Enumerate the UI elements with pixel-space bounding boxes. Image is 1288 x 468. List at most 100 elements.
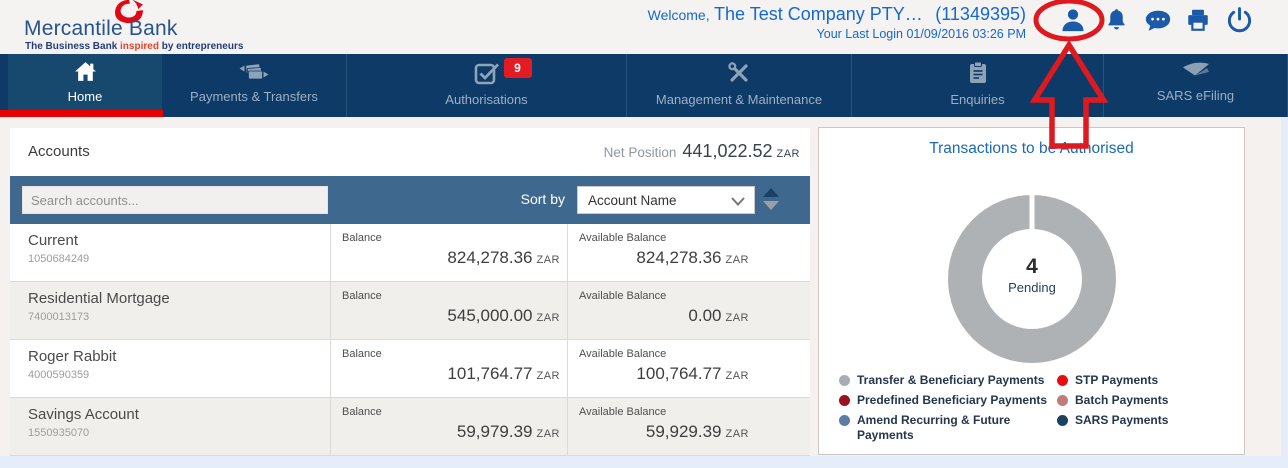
last-login: Your Last Login 01/09/2016 03:26 PM <box>500 27 1026 41</box>
net-position: Net Position 441,022.52 ZAR <box>604 141 800 162</box>
available-balance-label: Available Balance <box>579 348 666 360</box>
tab-label: Enquiries <box>852 92 1103 107</box>
legend-label: Transfer & Beneficiary Payments <box>857 373 1052 388</box>
account-row-current[interactable]: Current 1050684249 Balance 824,278.36ZAR… <box>10 224 810 282</box>
balance-amount: 545,000.00ZAR <box>340 306 560 326</box>
legend-label: SARS Payments <box>1075 413 1225 428</box>
messages-chat-icon[interactable] <box>1144 7 1172 35</box>
authorisations-badge: 9 <box>504 58 532 78</box>
account-row-roger-rabbit[interactable]: Roger Rabbit 4000590359 Balance 101,764.… <box>10 340 810 398</box>
tab-label: SARS eFiling <box>1104 88 1287 103</box>
payments-icon <box>238 61 270 82</box>
tab-authorisations[interactable]: 9 Authorisations <box>347 54 627 117</box>
account-row-residential-mortgage[interactable]: Residential Mortgage 7400013173 Balance … <box>10 282 810 340</box>
legend-dot <box>839 415 850 426</box>
legend-label: Amend Recurring & Future Payments <box>857 413 1029 443</box>
tab-management-maintenance[interactable]: Management & Maintenance <box>627 54 852 117</box>
tab-enquiries[interactable]: Enquiries <box>852 54 1104 117</box>
tab-label: Management & Maintenance <box>627 92 851 107</box>
balance-amount: 101,764.77ZAR <box>340 364 560 384</box>
active-tab-indicator <box>0 110 163 117</box>
account-name: Current <box>28 232 78 249</box>
main-navigation: Home Payments & Transfers 9 Authorisatio… <box>0 54 1288 117</box>
account-name: Roger Rabbit <box>28 348 116 365</box>
content-area: Accounts Net Position 441,022.52 ZAR Sort … <box>0 117 1281 456</box>
sort-ascending-button[interactable] <box>763 188 779 197</box>
tab-home[interactable]: Home <box>8 54 162 117</box>
tab-sars-efiling[interactable]: SARS eFiling <box>1104 54 1288 117</box>
tab-payments-transfers[interactable]: Payments & Transfers <box>162 54 347 117</box>
legend-label: Predefined Beneficiary Payments <box>857 393 1052 408</box>
panel-title: Transactions to be Authorised <box>819 140 1244 158</box>
account-row-savings[interactable]: Savings Account 1550935070 Balance 59,97… <box>10 398 810 456</box>
net-position-currency: ZAR <box>777 148 801 160</box>
pending-count: 4 <box>932 255 1132 279</box>
column-divider <box>330 224 331 281</box>
home-icon <box>74 61 97 82</box>
balance-label: Balance <box>342 290 382 302</box>
welcome-prefix: Welcome, <box>648 7 710 23</box>
sort-descending-button[interactable] <box>763 201 779 210</box>
legend-dot <box>1057 415 1068 426</box>
accounts-title: Accounts <box>28 143 90 160</box>
transactions-to-authorise-panel: Transactions to be Authorised 4 Pending … <box>818 127 1245 455</box>
donut-notch <box>1030 193 1035 231</box>
logout-power-icon[interactable] <box>1226 6 1253 33</box>
column-divider <box>567 340 568 397</box>
sort-by-value: Account Name <box>588 193 677 208</box>
search-accounts-input[interactable] <box>22 186 328 214</box>
welcome-line: Welcome, The Test Company PTY… (11349395… <box>500 4 1026 25</box>
column-divider <box>330 398 331 455</box>
legend-label: Batch Payments <box>1075 393 1225 408</box>
authorisations-checkbox-icon <box>474 61 500 85</box>
profile-icon[interactable] <box>1059 6 1087 34</box>
balance-label: Balance <box>342 232 382 244</box>
available-balance-amount: 59,929.39ZAR <box>579 422 749 442</box>
company-name: The Test Company PTY… <box>714 4 923 24</box>
tools-icon <box>727 61 751 85</box>
available-balance-amount: 824,278.36ZAR <box>579 248 749 268</box>
balance-label: Balance <box>342 348 382 360</box>
legend-dot <box>839 375 850 386</box>
notifications-bell-icon[interactable] <box>1104 7 1129 32</box>
legend-dot <box>839 395 850 406</box>
pending-label: Pending <box>932 280 1132 295</box>
accounts-panel: Accounts Net Position 441,022.52 ZAR Sort … <box>10 128 810 456</box>
sort-by-select[interactable]: Account Name <box>577 186 755 214</box>
tab-label: Payments & Transfers <box>162 89 346 104</box>
legend-label: STP Payments <box>1075 373 1225 388</box>
available-balance-amount: 100,764.77ZAR <box>579 364 749 384</box>
column-divider <box>567 224 568 281</box>
bank-tagline: The Business Bank inspired by entreprene… <box>25 41 243 52</box>
print-icon[interactable] <box>1185 7 1211 33</box>
sort-by-label: Sort by <box>440 191 565 207</box>
chevron-down-icon <box>731 197 745 206</box>
available-balance-label: Available Balance <box>579 232 666 244</box>
available-balance-amount: 0.00ZAR <box>579 306 749 326</box>
legend-dot <box>1057 395 1068 406</box>
welcome-block: Welcome, The Test Company PTY… (11349395… <box>500 4 1026 41</box>
net-position-value: 441,022.52 <box>682 141 772 161</box>
available-balance-label: Available Balance <box>579 290 666 302</box>
column-divider <box>330 340 331 397</box>
tab-label: Authorisations <box>347 92 626 107</box>
column-divider <box>567 282 568 339</box>
legend-dot <box>1057 375 1068 386</box>
balance-label: Balance <box>342 406 382 418</box>
top-header: Mercantile Bank The Business Bank inspir… <box>0 0 1288 54</box>
sars-efiling-bird-icon <box>1181 61 1211 80</box>
account-number: 7400013173 <box>28 311 89 323</box>
accounts-list: Current 1050684249 Balance 824,278.36ZAR… <box>10 224 810 456</box>
account-number: 4000590359 <box>28 369 89 381</box>
account-number: 1550935070 <box>28 427 89 439</box>
tab-label: Home <box>8 89 162 104</box>
net-position-label: Net Position <box>604 145 677 160</box>
column-divider <box>330 282 331 339</box>
donut-center-text: 4 Pending <box>932 255 1132 295</box>
column-divider <box>567 398 568 455</box>
clipboard-icon <box>967 61 989 85</box>
bank-logo: Mercantile Bank <box>24 17 178 41</box>
available-balance-label: Available Balance <box>579 406 666 418</box>
balance-amount: 824,278.36ZAR <box>340 248 560 268</box>
balance-amount: 59,979.39ZAR <box>340 422 560 442</box>
